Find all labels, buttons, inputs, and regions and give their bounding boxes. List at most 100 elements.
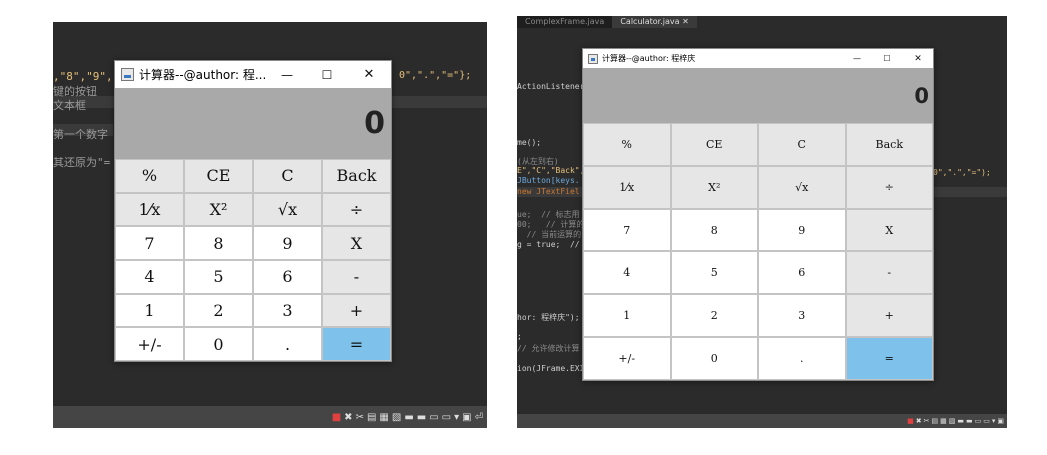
minimize-button[interactable]: — bbox=[267, 61, 307, 88]
right-code-line: new JTextFiel bbox=[517, 187, 580, 196]
right-code-line: E","C","Back", bbox=[517, 166, 585, 175]
left-multiply-button[interactable]: X bbox=[322, 226, 391, 260]
tab-complexframe[interactable]: ComplexFrame.java bbox=[517, 16, 612, 28]
right-digit-1-button[interactable]: 1 bbox=[583, 294, 671, 338]
left-percent-button[interactable]: % bbox=[115, 159, 184, 193]
right-code-right: 0",".","="); bbox=[933, 168, 991, 177]
right-status-icon[interactable]: ▬ bbox=[966, 417, 973, 425]
left-equals-button[interactable]: = bbox=[322, 327, 391, 361]
editor-tabs: ComplexFrame.java Calculator.java ✕ bbox=[517, 16, 697, 28]
right-digit-6-button[interactable]: 6 bbox=[758, 251, 846, 295]
maximize-button[interactable]: ☐ bbox=[873, 49, 901, 68]
left-title-bar[interactable]: 计算器--@author: 程... — ☐ ✕ bbox=[115, 61, 391, 88]
left-status-icon[interactable]: ⏎ bbox=[475, 412, 483, 423]
close-button[interactable]: ✕ bbox=[903, 49, 933, 68]
right-digit-3-button[interactable]: 3 bbox=[758, 294, 846, 338]
left-status-icon[interactable]: ▬ bbox=[417, 412, 426, 423]
right-status-icon[interactable]: ■ bbox=[907, 417, 914, 425]
left-status-icon[interactable]: ▣ bbox=[462, 412, 471, 423]
left-status-icon[interactable]: ■ bbox=[332, 412, 341, 423]
left-subtract-button[interactable]: - bbox=[322, 260, 391, 294]
right-subtract-button[interactable]: - bbox=[845, 251, 933, 295]
right-code-line: // 允许修改计算 bbox=[517, 344, 580, 353]
right-clear-button[interactable]: C bbox=[758, 123, 846, 166]
left-calculator-window: 计算器--@author: 程... — ☐ ✕ 0 % CE C Back 1⁄x X²… bbox=[114, 60, 392, 362]
left-digit-9-button[interactable]: 9 bbox=[253, 226, 322, 260]
left-divide-button[interactable]: ÷ bbox=[322, 192, 391, 227]
right-divide-button[interactable]: ÷ bbox=[845, 165, 933, 209]
right-digit-8-button[interactable]: 8 bbox=[670, 208, 758, 252]
left-reciprocal-button[interactable]: 1⁄x bbox=[115, 192, 184, 227]
right-status-icon[interactable]: ▭ bbox=[983, 417, 990, 425]
right-percent-button[interactable]: % bbox=[583, 123, 671, 166]
left-status-icon[interactable]: ▭ bbox=[442, 412, 451, 423]
left-digit-1-button[interactable]: 1 bbox=[115, 293, 184, 328]
right-status-icon[interactable]: ▾ bbox=[992, 417, 996, 425]
right-clear-entry-button[interactable]: CE bbox=[670, 123, 758, 166]
left-code-line: 文本框 bbox=[53, 99, 86, 112]
right-status-icon[interactable]: ▦ bbox=[940, 417, 947, 425]
left-code-line: 其还原为"= bbox=[53, 156, 111, 169]
left-digit-8-button[interactable]: 8 bbox=[184, 226, 253, 260]
right-status-icon[interactable]: ▣ bbox=[997, 417, 1004, 425]
left-code-line: ,"8","9", bbox=[53, 70, 113, 83]
minimize-button[interactable]: — bbox=[843, 49, 871, 68]
right-status-icon[interactable]: ✂ bbox=[924, 417, 930, 425]
right-code-line: ; bbox=[517, 332, 522, 341]
right-square-button[interactable]: X² bbox=[670, 165, 758, 209]
right-decimal-button[interactable]: . bbox=[758, 337, 846, 380]
left-digit-6-button[interactable]: 6 bbox=[253, 260, 322, 294]
right-negate-button[interactable]: +/- bbox=[583, 337, 671, 380]
maximize-button[interactable]: ☐ bbox=[307, 61, 347, 88]
tab-calculator[interactable]: Calculator.java ✕ bbox=[612, 16, 697, 28]
left-digit-0-button[interactable]: 0 bbox=[184, 327, 253, 361]
right-status-icon[interactable]: ▤ bbox=[931, 417, 938, 425]
right-multiply-button[interactable]: X bbox=[845, 208, 933, 252]
right-digit-7-button[interactable]: 7 bbox=[583, 208, 671, 252]
left-status-icon[interactable]: ✂ bbox=[356, 412, 364, 423]
left-clear-button[interactable]: C bbox=[253, 159, 322, 193]
right-reciprocal-button[interactable]: 1⁄x bbox=[583, 165, 671, 209]
close-button[interactable]: ✕ bbox=[347, 61, 391, 88]
left-digit-3-button[interactable]: 3 bbox=[253, 293, 322, 328]
left-code-right: 0",".","="}; bbox=[399, 70, 472, 81]
right-backspace-button[interactable]: Back bbox=[845, 123, 933, 166]
left-digit-7-button[interactable]: 7 bbox=[115, 226, 184, 260]
left-status-icon[interactable]: ▾ bbox=[454, 412, 459, 423]
left-status-icon[interactable]: ▬ bbox=[404, 412, 413, 423]
right-title-bar[interactable]: 计算器--@author: 程梓庆 — ☐ ✕ bbox=[583, 49, 933, 68]
left-negate-button[interactable]: +/- bbox=[115, 327, 184, 361]
right-digit-9-button[interactable]: 9 bbox=[758, 208, 846, 252]
right-equals-button[interactable]: = bbox=[845, 337, 933, 380]
right-code-line: ion(JFrame.EXI bbox=[517, 364, 585, 373]
left-digit-2-button[interactable]: 2 bbox=[184, 293, 253, 328]
right-digit-4-button[interactable]: 4 bbox=[583, 251, 671, 295]
left-status-icon[interactable]: ▭ bbox=[429, 412, 438, 423]
right-status-icon[interactable]: ▧ bbox=[949, 417, 956, 425]
left-status-icon[interactable]: ▧ bbox=[392, 412, 401, 423]
right-keypad: % CE C Back 1⁄x X² √x ÷ 7 8 9 X 4 5 6- 1 2 3 + +/- 0. = bbox=[583, 123, 933, 380]
left-decimal-button[interactable]: . bbox=[253, 327, 322, 361]
left-status-icon[interactable]: ▤ bbox=[367, 412, 376, 423]
right-add-button[interactable]: + bbox=[845, 294, 933, 338]
left-digit-4-button[interactable]: 4 bbox=[115, 260, 184, 294]
left-status-icon[interactable]: ✖ bbox=[344, 412, 352, 423]
right-status-bar: ■ ✖ ✂ ▤ ▦ ▧ ▬ ▬ ▭ ▭ ▾ ▣ bbox=[517, 414, 1007, 428]
left-square-button[interactable]: X² bbox=[184, 192, 253, 227]
right-digit-2-button[interactable]: 2 bbox=[670, 294, 758, 338]
right-status-icon[interactable]: ▭ bbox=[975, 417, 982, 425]
right-status-icon[interactable]: ✖ bbox=[916, 417, 922, 425]
left-digit-5-button[interactable]: 5 bbox=[184, 260, 253, 294]
left-add-button[interactable]: + bbox=[322, 293, 391, 328]
right-sqrt-button[interactable]: √x bbox=[758, 165, 846, 209]
left-keypad: % CE C Back 1⁄x X² √x ÷ 7 8 9 X 4 5 6- 1 2 3 + +/- 0. = bbox=[115, 159, 391, 361]
left-sqrt-button[interactable]: √x bbox=[253, 192, 322, 227]
left-backspace-button[interactable]: Back bbox=[322, 159, 391, 193]
right-code-line: hor: 程梓庆"); bbox=[517, 313, 580, 322]
right-digit-0-button[interactable]: 0 bbox=[670, 337, 758, 380]
right-digit-5-button[interactable]: 5 bbox=[670, 251, 758, 295]
right-status-icon[interactable]: ▬ bbox=[957, 417, 964, 425]
left-status-icon[interactable]: ▦ bbox=[379, 412, 388, 423]
right-calculator-window: 计算器--@author: 程梓庆 — ☐ ✕ 0 % CE C Back 1⁄x X² √… bbox=[582, 48, 934, 381]
left-clear-entry-button[interactable]: CE bbox=[184, 159, 253, 193]
